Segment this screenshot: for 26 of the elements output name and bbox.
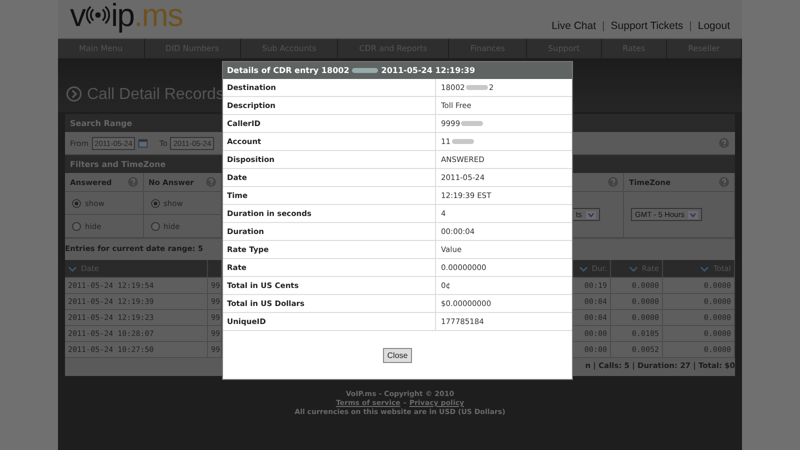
radio-button[interactable]	[150, 222, 160, 230]
close-button[interactable]: Close	[383, 348, 412, 362]
help-icon[interactable]	[206, 177, 216, 187]
panel-title: Search Range	[70, 118, 132, 128]
chevron-icon	[700, 266, 710, 272]
help-icon[interactable]	[719, 138, 729, 148]
help-icon[interactable]	[128, 177, 138, 187]
separator-text: |	[602, 20, 605, 32]
radio-button[interactable]	[72, 222, 81, 230]
header-link[interactable]: Logout	[698, 20, 730, 32]
radio-button[interactable]	[72, 198, 81, 208]
chevron-icon	[68, 266, 77, 272]
help-icon[interactable]	[719, 177, 729, 187]
caret-icon	[586, 210, 596, 218]
header-link[interactable]: Live Chat	[552, 20, 596, 32]
chevron-icon	[628, 266, 638, 272]
radio-button[interactable]	[150, 198, 160, 208]
chevron-icon	[578, 266, 588, 272]
help-icon[interactable]	[608, 177, 618, 187]
panel-title: Filters and TimeZone	[70, 160, 166, 168]
calendar-icon[interactable]	[138, 138, 148, 148]
header-link[interactable]: Support Tickets	[610, 20, 684, 32]
separator-text: |	[689, 20, 692, 32]
dialog-title: Details of CDR entry 18002 2011-05-24 12:19:39	[227, 66, 476, 75]
caret-icon	[688, 210, 698, 218]
arrow-circle-icon	[66, 86, 82, 102]
